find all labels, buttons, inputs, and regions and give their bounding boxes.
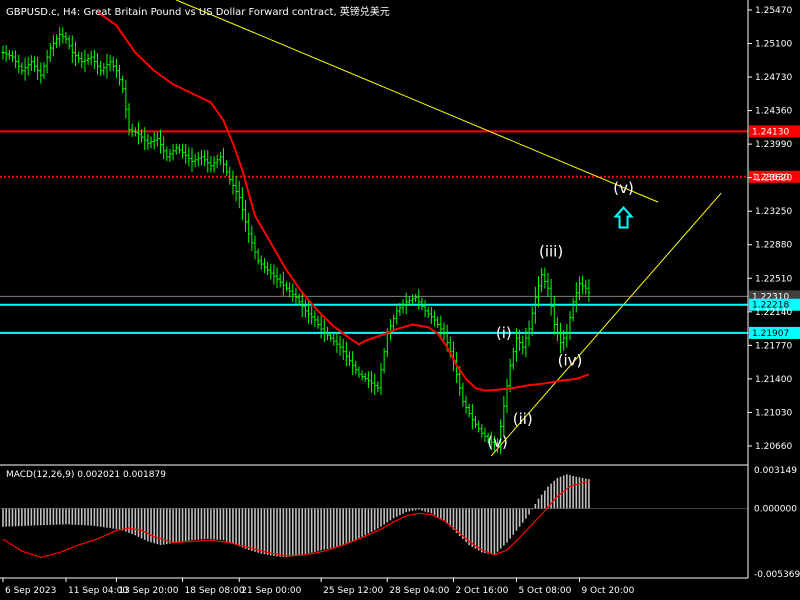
up-arrow bbox=[613, 206, 634, 229]
price-tick-label: 1.25100 bbox=[755, 40, 792, 50]
wave-label: (v) bbox=[613, 179, 634, 197]
price-tick-label: 1.23620 bbox=[755, 174, 792, 184]
price-tick-label: 1.21770 bbox=[755, 341, 792, 351]
wave-label: (iv) bbox=[558, 351, 583, 369]
price-tick-label: 1.22140 bbox=[755, 308, 792, 318]
time-tick-label: 21 Sep 00:00 bbox=[241, 586, 301, 596]
time-tick-label: 2 Oct 16:00 bbox=[455, 586, 508, 596]
price-tick-label: 1.24730 bbox=[755, 73, 792, 83]
macd-label: MACD(12,26,9) 0.002021 0.001879 bbox=[6, 470, 166, 480]
axes: 1.25470 1.25100 1.24730 1.24360 1.23990 1.236… bbox=[0, 0, 800, 596]
time-tick-label: 9 Oct 20:00 bbox=[581, 586, 634, 596]
up-arrow-icon bbox=[613, 206, 634, 229]
time-tick-label: 25 Sep 12:00 bbox=[323, 586, 383, 596]
trendline[interactable] bbox=[176, 0, 659, 203]
price-tick-label: 1.21400 bbox=[755, 375, 792, 385]
wave-label: (i) bbox=[496, 324, 512, 342]
level-price-label: 1.24130 bbox=[752, 127, 789, 137]
wave-label: (v) bbox=[487, 433, 508, 451]
trendlines bbox=[176, 0, 722, 457]
time-tick-label: 6 Sep 2023 bbox=[5, 586, 56, 596]
price-tick-label: 1.23250 bbox=[755, 207, 792, 217]
macd-tick-label: 0.003149 bbox=[754, 466, 797, 476]
price-tick-label: 1.21030 bbox=[755, 408, 792, 418]
price-tick-label: 1.24360 bbox=[755, 107, 792, 117]
level-price-label: 1.21907 bbox=[752, 329, 789, 339]
chart-title: GBPUSD.c, H4: Great Britain Pound vs US … bbox=[6, 7, 390, 18]
chart-canvas[interactable]: 1.241301.236301.223101.222181.21907 (v)(… bbox=[0, 0, 800, 600]
time-tick-label: 28 Sep 04:00 bbox=[389, 586, 449, 596]
macd-indicator bbox=[0, 474, 748, 558]
wave-label: (ii) bbox=[513, 410, 533, 428]
price-tick-label: 1.20660 bbox=[755, 442, 792, 452]
price-tick-label: 1.22880 bbox=[755, 241, 792, 251]
macd-tick-label: -0.005369 bbox=[754, 570, 800, 580]
time-tick-label: 18 Sep 08:00 bbox=[185, 586, 245, 596]
price-tick-label: 1.25470 bbox=[755, 6, 792, 16]
time-tick-label: 13 Sep 20:00 bbox=[118, 586, 178, 596]
wave-labels: (v) (i) (ii) (iii) (iv) (v) bbox=[487, 179, 634, 451]
time-tick-label: 5 Oct 08:00 bbox=[518, 586, 571, 596]
price-tick-label: 1.23990 bbox=[755, 140, 792, 150]
wave-label: (iii) bbox=[539, 243, 563, 261]
price-tick-label: 1.22510 bbox=[755, 274, 792, 284]
macd-tick-label: 0.000000 bbox=[754, 504, 797, 514]
